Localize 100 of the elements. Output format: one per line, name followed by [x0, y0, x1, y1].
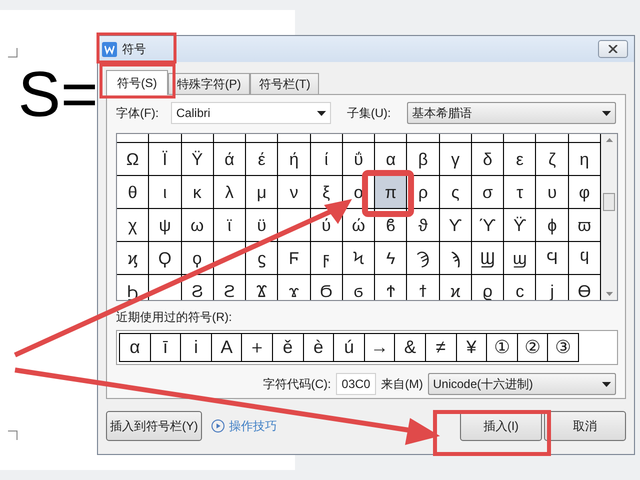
subset-select[interactable]: 基本希腊语	[406, 102, 616, 124]
symbol-character[interactable]: ε	[516, 150, 524, 168]
symbol-character[interactable]: ϔ	[513, 216, 526, 234]
symbol-character[interactable]: ϥ	[580, 250, 590, 266]
recent-symbol[interactable]: è	[302, 333, 334, 362]
symbol-character[interactable]: ϭ	[354, 282, 364, 300]
symbol-character[interactable]: Ϥ	[546, 250, 558, 266]
symbol-character[interactable]: θ	[128, 184, 138, 200]
symbol-character[interactable]: ΰ	[354, 150, 364, 168]
recent-symbol[interactable]: &	[394, 333, 426, 362]
symbol-character[interactable]: χ	[128, 216, 138, 234]
symbol-character[interactable]: γ	[451, 150, 460, 168]
symbol-character[interactable]: ϰ	[450, 282, 460, 300]
symbol-character[interactable]: β	[418, 150, 428, 168]
symbol-character[interactable]: ϝ	[322, 250, 330, 266]
symbol-character[interactable]: ϫ	[288, 282, 300, 300]
symbol-character[interactable]: ϒ	[448, 216, 462, 234]
symbol-character[interactable]: ϡ	[450, 250, 460, 266]
scroll-thumb[interactable]	[603, 193, 616, 211]
symbol-character[interactable]: ϯ	[420, 282, 427, 300]
close-button[interactable]	[598, 40, 628, 58]
symbol-character[interactable]: ϱ	[482, 282, 492, 300]
tips-link[interactable]: 操作技巧	[229, 417, 277, 435]
symbol-character[interactable]: ϲ	[516, 282, 524, 300]
symbol-character[interactable]: Ϯ	[386, 282, 395, 300]
symbol-character[interactable]: ϗ	[128, 250, 138, 266]
font-select[interactable]: Calibri	[171, 102, 331, 124]
tab[interactable]: 符号(S)	[106, 70, 168, 95]
symbol-character[interactable]: Ϋ	[191, 150, 203, 168]
recent-symbol[interactable]: →	[364, 333, 396, 362]
symbol-character[interactable]: ω	[190, 216, 204, 234]
recent-symbol[interactable]: A	[210, 333, 242, 362]
symbol-character[interactable]: ϴ	[578, 282, 591, 300]
recent-symbol[interactable]: i	[180, 333, 212, 362]
recent-symbol[interactable]: ≠	[424, 333, 457, 362]
symbol-character[interactable]: Ϩ	[191, 282, 203, 300]
symbol-character[interactable]: ϓ	[479, 216, 496, 234]
symbol-character[interactable]: τ	[516, 184, 524, 200]
symbol-character[interactable]: Ϭ	[320, 282, 332, 300]
scroll-up-icon[interactable]	[606, 138, 613, 142]
symbol-character[interactable]: ν	[290, 184, 298, 200]
recent-symbol[interactable]: ī	[150, 333, 182, 362]
symbol-character[interactable]: Ϊ	[162, 150, 168, 168]
recent-symbol[interactable]: ＋	[241, 333, 273, 362]
symbol-character[interactable]: ϑ	[418, 216, 428, 234]
recent-symbol[interactable]: ě	[272, 333, 304, 362]
recent-symbol[interactable]: ③	[547, 333, 579, 362]
insert-button[interactable]: 插入(I)	[460, 411, 542, 441]
symbol-character[interactable]: ϕ	[547, 216, 557, 234]
recent-symbol[interactable]: ②	[516, 333, 548, 362]
symbol-character[interactable]: ύ	[322, 216, 331, 234]
symbol-character[interactable]: Ϡ	[416, 250, 430, 266]
symbol-character[interactable]: κ	[192, 184, 202, 200]
symbol-character[interactable]: ί	[324, 150, 328, 168]
symbol-character[interactable]: Ω	[126, 150, 139, 168]
insert-to-bar-button[interactable]: 插入到符号栏(Y)	[106, 411, 202, 441]
symbol-character[interactable]: α	[386, 150, 396, 168]
recent-symbol[interactable]: ¥	[456, 333, 488, 362]
symbol-character[interactable]: ϩ	[224, 282, 236, 300]
symbol-character[interactable]: ψ	[158, 216, 171, 234]
scroll-down-icon[interactable]	[606, 292, 613, 296]
symbol-character[interactable]: έ	[258, 150, 266, 168]
tab[interactable]: 符号栏(T)	[250, 73, 320, 94]
symbol-character[interactable]: ι	[163, 184, 167, 200]
source-select[interactable]: Unicode(十六进制)	[428, 373, 616, 395]
symbol-character[interactable]: Ϫ	[256, 282, 267, 300]
symbol-character[interactable]: Ϙ	[158, 250, 172, 266]
recent-symbol[interactable]: ú	[333, 333, 365, 362]
tab[interactable]: 特殊字符(P)	[168, 73, 250, 94]
symbol-character[interactable]: ζ	[548, 150, 556, 168]
symbol-character[interactable]: δ	[482, 150, 492, 168]
symbol-character[interactable]: μ	[256, 184, 267, 200]
scrollbar[interactable]	[601, 134, 617, 300]
symbol-character[interactable]: ϳ	[550, 282, 554, 300]
cancel-button[interactable]: 取消	[544, 411, 626, 441]
char-code-field[interactable]: 03C0	[336, 373, 376, 395]
symbol-character[interactable]: σ	[482, 184, 493, 200]
symbol-character[interactable]: Ϝ	[288, 250, 300, 266]
symbol-character[interactable]: ϙ	[192, 250, 202, 266]
symbol-character[interactable]: ϖ	[578, 216, 592, 234]
symbol-character[interactable]: ϊ	[228, 216, 232, 234]
symbol-character[interactable]: Ϣ	[480, 250, 496, 266]
symbol-character[interactable]: υ	[547, 184, 557, 200]
recent-symbol[interactable]: ①	[486, 333, 518, 362]
symbol-character[interactable]: ξ	[322, 184, 330, 200]
symbol-character[interactable]: ϟ	[386, 250, 396, 266]
symbol-character[interactable]: ς	[451, 184, 460, 200]
symbol-character[interactable]: ώ	[352, 216, 366, 234]
symbol-character[interactable]: η	[580, 150, 590, 168]
symbol-character[interactable]: φ	[578, 184, 590, 200]
symbol-character[interactable]: Ϟ	[353, 250, 364, 266]
symbol-character[interactable]: λ	[225, 184, 234, 200]
symbol-character[interactable]: ά	[224, 150, 234, 168]
symbol-character[interactable]: ϣ	[512, 250, 527, 266]
symbol-character[interactable]: ρ	[418, 184, 428, 200]
symbol-character[interactable]: ή	[289, 150, 299, 168]
symbol-character[interactable]: ϋ	[257, 216, 266, 234]
recent-symbol[interactable]: α	[119, 333, 151, 362]
symbol-character[interactable]: ϛ	[257, 250, 266, 266]
symbol-character[interactable]: ϐ	[386, 216, 396, 234]
